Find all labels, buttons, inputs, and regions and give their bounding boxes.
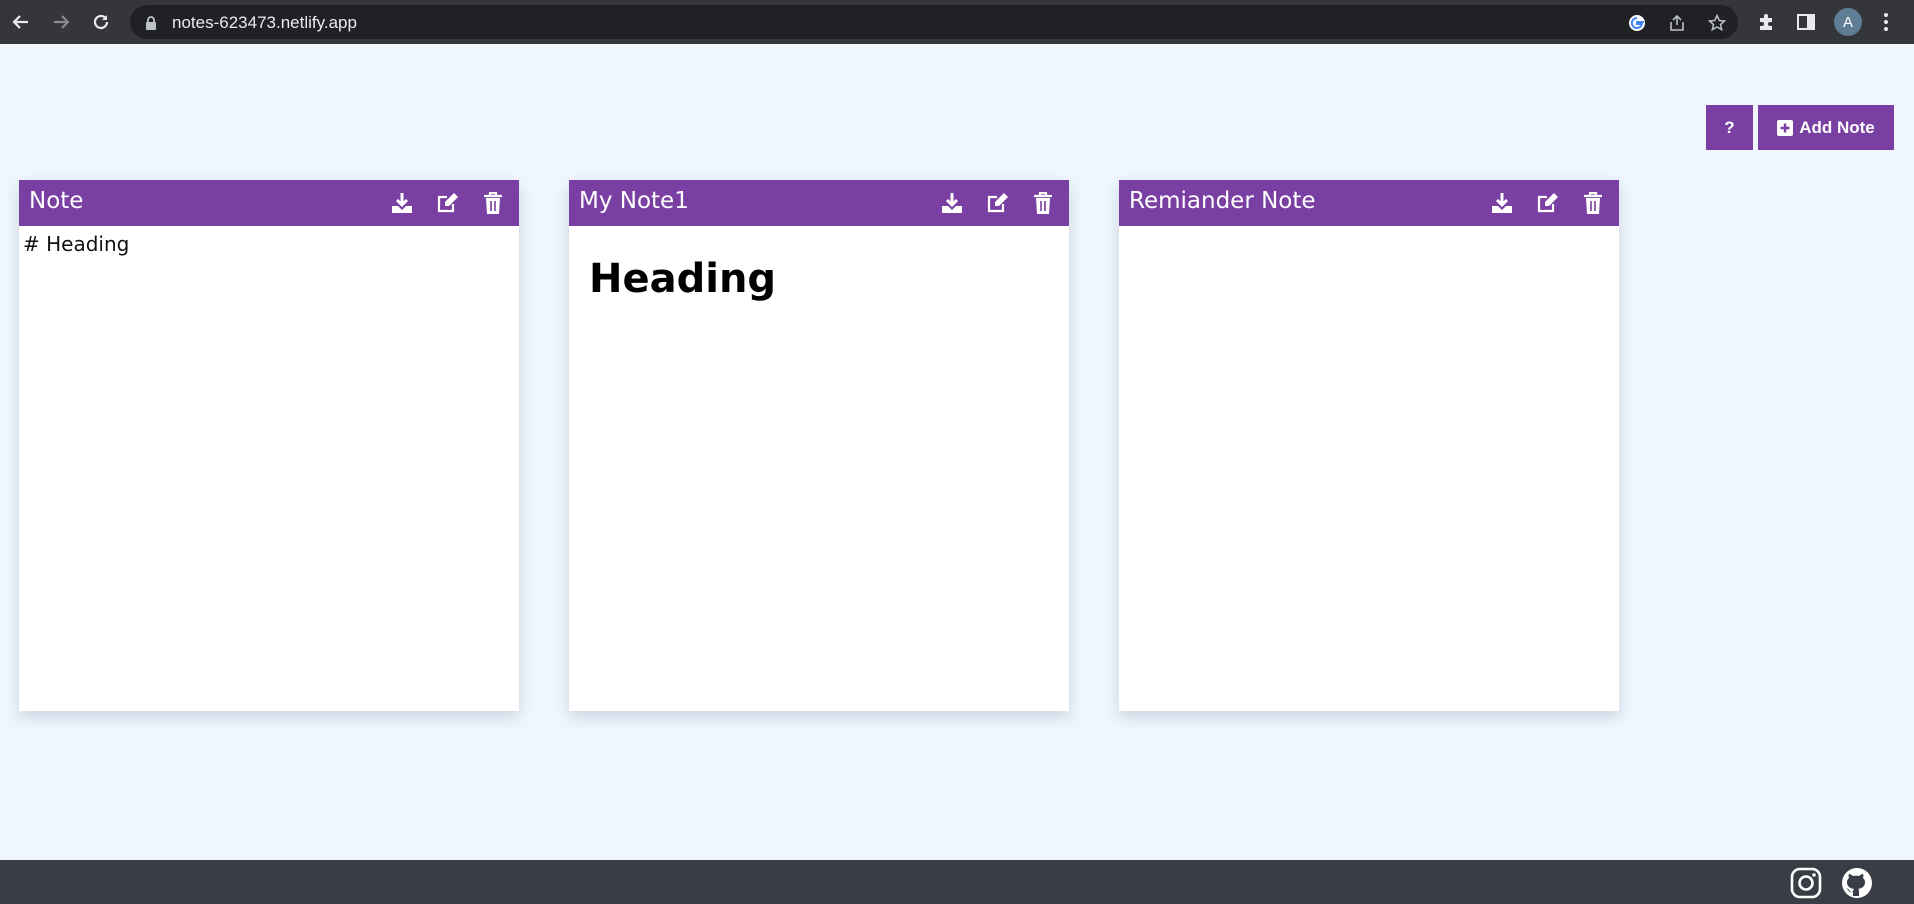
note-card: Note # Heading	[19, 180, 519, 711]
note-header: Remiander Note	[1119, 180, 1619, 226]
add-note-button[interactable]: Add Note	[1758, 105, 1894, 150]
help-button[interactable]: ?	[1706, 105, 1753, 150]
share-icon[interactable]	[1668, 14, 1686, 32]
menu-icon[interactable]	[1874, 10, 1898, 34]
plus-square-icon	[1777, 119, 1794, 136]
note-heading: Heading	[589, 256, 777, 302]
address-bar[interactable]: notes-623473.netlify.app	[130, 5, 1738, 39]
note-content[interactable]	[1119, 226, 1619, 286]
reload-icon[interactable]	[89, 10, 113, 34]
edit-icon[interactable]	[985, 190, 1011, 216]
download-icon[interactable]	[939, 190, 965, 216]
trash-icon[interactable]	[1030, 190, 1056, 216]
profile-avatar[interactable]: A	[1834, 8, 1862, 36]
note-title: Note	[29, 188, 84, 214]
extensions-icon[interactable]	[1754, 10, 1778, 34]
footer	[0, 860, 1914, 904]
google-icon[interactable]	[1628, 14, 1646, 32]
side-panel-icon[interactable]	[1794, 10, 1818, 34]
forward-icon[interactable]	[49, 10, 73, 34]
download-icon[interactable]	[1489, 190, 1515, 216]
note-title: Remiander Note	[1129, 188, 1316, 214]
instagram-icon[interactable]	[1789, 866, 1823, 900]
note-header: Note	[19, 180, 519, 226]
lock-icon[interactable]	[142, 14, 160, 32]
url-text[interactable]: notes-623473.netlify.app	[172, 13, 357, 33]
note-card: My Note1 Heading	[569, 180, 1069, 711]
note-content[interactable]: # Heading	[19, 226, 519, 262]
add-note-label: Add Note	[1799, 117, 1875, 137]
trash-icon[interactable]	[1580, 190, 1606, 216]
edit-icon[interactable]	[435, 190, 461, 216]
trash-icon[interactable]	[480, 190, 506, 216]
download-icon[interactable]	[389, 190, 415, 216]
note-header: My Note1	[569, 180, 1069, 226]
note-card: Remiander Note	[1119, 180, 1619, 711]
note-title: My Note1	[579, 188, 689, 214]
back-icon[interactable]	[9, 10, 33, 34]
star-icon[interactable]	[1708, 14, 1726, 32]
note-content[interactable]: Heading	[569, 226, 1069, 332]
edit-icon[interactable]	[1535, 190, 1561, 216]
browser-toolbar: notes-623473.netlify.app A	[0, 0, 1914, 44]
github-icon[interactable]	[1840, 866, 1874, 900]
